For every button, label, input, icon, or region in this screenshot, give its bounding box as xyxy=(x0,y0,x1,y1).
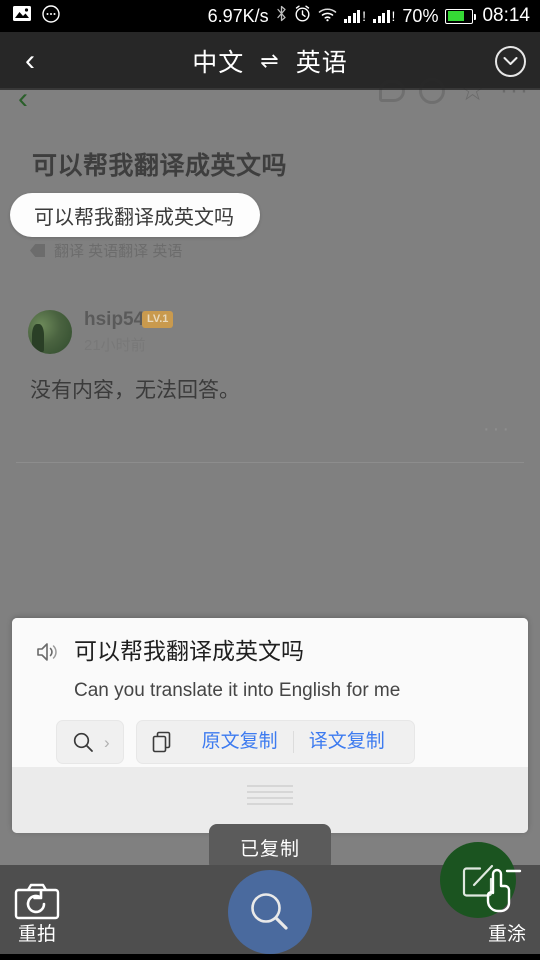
collapse-button[interactable] xyxy=(480,45,540,77)
translation-result-card: 可以帮我翻译成英文吗 Can you translate it into Eng… xyxy=(12,618,528,833)
article-title: 可以帮我翻译成英文吗 xyxy=(32,152,288,180)
retake-label: 重拍 xyxy=(17,924,56,945)
nav-strip xyxy=(0,954,540,960)
divider xyxy=(16,462,524,463)
back-chevron-icon[interactable]: ‹ xyxy=(0,46,60,76)
chat-icon xyxy=(42,4,60,28)
source-text: 可以帮我翻译成英文吗 xyxy=(74,638,304,664)
source-language[interactable]: 中文 xyxy=(192,43,244,79)
drag-handle[interactable] xyxy=(247,785,293,805)
tag-row: 翻译 英语翻译 英语 xyxy=(30,240,182,261)
copy-button-group: 原文复制 译文复制 xyxy=(135,720,415,764)
camera-retake-icon xyxy=(14,883,60,920)
speaker-icon[interactable] xyxy=(36,641,60,663)
status-right: 6.97K/s ! ! 70% 08:14 xyxy=(208,5,540,27)
battery-percent: 70% xyxy=(402,5,439,26)
card-action-row: › 原文复制 译文复制 xyxy=(12,704,528,764)
comment-more-icon[interactable]: ··· xyxy=(483,418,512,441)
alarm-icon xyxy=(294,5,311,27)
retake-button[interactable]: 重拍 xyxy=(14,883,60,946)
bluetooth-icon xyxy=(276,5,287,27)
comment-timestamp: 21小时前 xyxy=(84,337,146,354)
comment-body: 没有内容，无法回答。 xyxy=(30,379,240,402)
translation-overlay-header: ‹ 中文 ⇌ 英语 xyxy=(0,32,540,90)
text-selection-pill[interactable]: 可以帮我翻译成英文吗 xyxy=(10,193,260,237)
target-language[interactable]: 英语 xyxy=(296,43,348,79)
repaint-label: 重涂 xyxy=(487,924,526,945)
signal-2-icon: ! xyxy=(373,9,395,23)
search-button[interactable]: › xyxy=(56,720,124,764)
search-icon xyxy=(72,731,94,753)
toast-message: 已复制 xyxy=(209,824,331,871)
copy-translation-button[interactable]: 译文复制 xyxy=(294,730,400,754)
copy-source-button[interactable]: 原文复制 xyxy=(187,730,293,754)
battery-icon xyxy=(445,8,477,24)
chevron-down-icon[interactable] xyxy=(494,45,526,77)
clock: 08:14 xyxy=(482,5,530,26)
tag-icon xyxy=(30,244,45,257)
tag-list: 翻译 英语翻译 英语 xyxy=(54,243,183,260)
source-row: 可以帮我翻译成英文吗 xyxy=(12,636,528,666)
wifi-icon xyxy=(318,6,337,27)
repaint-label-wrap[interactable]: 重涂 xyxy=(488,924,526,946)
card-content: 可以帮我翻译成英文吗 Can you translate it into Eng… xyxy=(12,618,528,764)
signal-1-icon: ! xyxy=(343,9,366,23)
comment-username[interactable]: hsip54 xyxy=(84,309,144,331)
copy-icon[interactable] xyxy=(151,730,173,754)
search-fab[interactable] xyxy=(228,870,312,954)
pointing-hand-cursor xyxy=(480,862,522,914)
bottom-toolbar: 重拍 重涂 xyxy=(0,842,540,960)
search-icon xyxy=(251,893,288,930)
avatar[interactable] xyxy=(28,310,72,354)
swap-languages-icon[interactable]: ⇌ xyxy=(260,48,279,74)
status-bar: 6.97K/s ! ! 70% 08:14 xyxy=(0,0,540,32)
status-left-icons xyxy=(0,4,60,28)
translated-text: Can you translate it into English for me xyxy=(74,680,401,701)
language-pair[interactable]: 中文 ⇌ 英语 xyxy=(60,43,480,79)
chevron-right-icon: › xyxy=(104,732,110,752)
image-icon xyxy=(12,5,32,27)
network-speed: 6.97K/s xyxy=(207,5,269,26)
level-badge: LV.1 xyxy=(142,311,174,328)
